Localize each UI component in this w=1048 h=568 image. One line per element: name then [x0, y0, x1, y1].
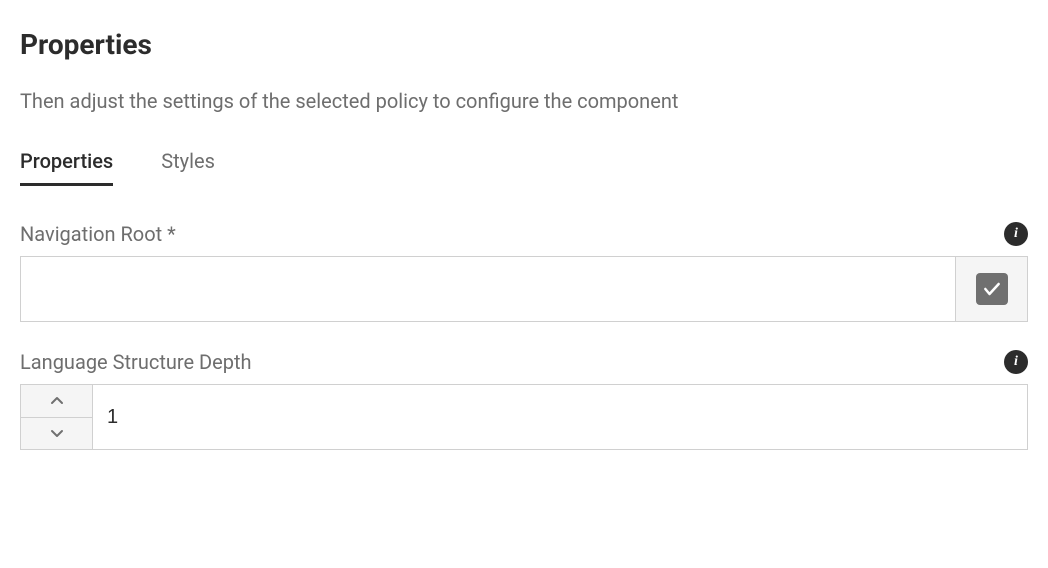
quantity-stepper-buttons — [20, 384, 92, 450]
info-icon[interactable]: i — [1004, 222, 1028, 246]
stepper-down-button[interactable] — [21, 418, 92, 450]
navigation-root-input[interactable] — [20, 256, 956, 322]
info-icon[interactable]: i — [1004, 350, 1028, 374]
page-subtitle: Then adjust the settings of the selected… — [20, 89, 1028, 113]
language-depth-label: Language Structure Depth — [20, 350, 252, 374]
checkmark-icon — [976, 273, 1008, 305]
tab-properties[interactable]: Properties — [20, 149, 113, 186]
navigation-root-confirm-button[interactable] — [956, 256, 1028, 322]
tabs: Properties Styles — [20, 149, 1028, 186]
field-language-structure-depth: Language Structure Depth i — [20, 350, 1028, 450]
stepper-up-button[interactable] — [21, 385, 92, 418]
language-depth-input[interactable] — [92, 384, 1028, 450]
navigation-root-label: Navigation Root * — [20, 222, 176, 246]
field-navigation-root: Navigation Root * i — [20, 222, 1028, 322]
tab-styles[interactable]: Styles — [161, 149, 215, 186]
page-title: Properties — [20, 28, 1028, 61]
